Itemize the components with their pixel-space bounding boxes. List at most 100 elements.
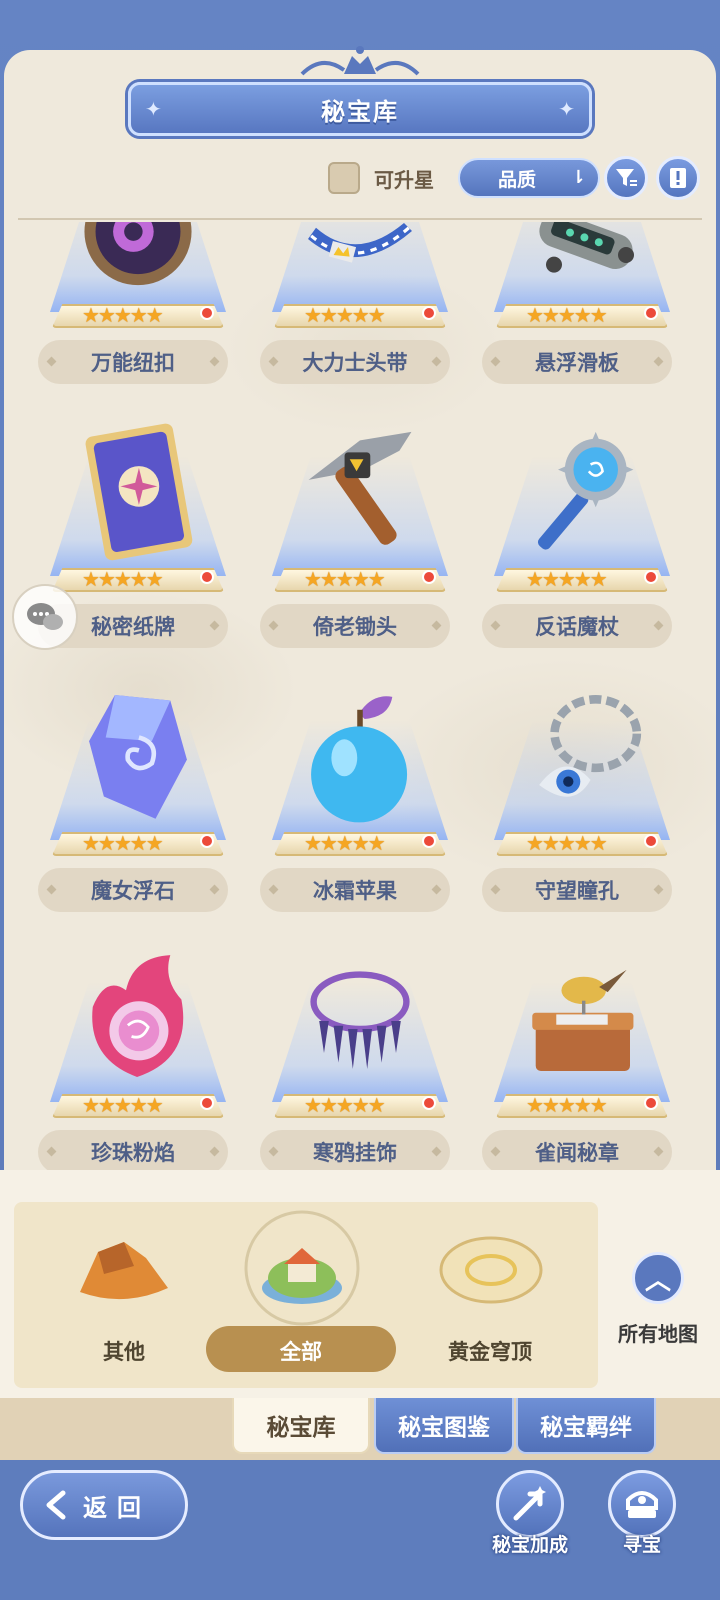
star-rating: ★★★★★ (304, 567, 386, 591)
region-other[interactable]: 其他 (34, 1202, 214, 1388)
star-rating: ★★★★★ (304, 831, 386, 855)
treasure-card[interactable]: ★★★★★ 寒鸦挂饰 (260, 942, 460, 1170)
star-rating: ★★★★★ (526, 567, 608, 591)
tab-treasure-bonds[interactable]: 秘宝羁绊 (516, 1398, 656, 1454)
book-icon (670, 168, 686, 188)
island-house-icon (244, 1210, 360, 1326)
treasure-boost-button[interactable]: 秘宝加成 (484, 1470, 574, 1580)
filter-icon (616, 169, 637, 186)
treasure-card[interactable]: ★★★★★ 冰霜苹果 (260, 680, 460, 930)
red-dot-badge (422, 570, 436, 584)
treasure-card[interactable]: ★★★★★ 悬浮滑板 (482, 222, 682, 402)
red-dot-badge (644, 834, 658, 848)
divider (18, 218, 702, 220)
feather-necklace-icon (300, 942, 420, 1092)
treasure-name: 大力士头带 (260, 340, 450, 384)
quality-sort-button[interactable]: 品质 ⇂ (458, 158, 600, 198)
treasure-card[interactable]: ★★★★★ 倚老锄头 (260, 416, 460, 666)
treasure-name: 冰霜苹果 (260, 868, 450, 912)
all-maps-button[interactable]: ︿ 所有地图 (608, 1252, 708, 1352)
treasure-card[interactable]: ★★★★★ 反话魔杖 (482, 416, 682, 666)
treasure-hunt-label: 寻宝 (622, 1534, 661, 1556)
filter-button[interactable] (604, 156, 648, 200)
chat-button[interactable] (12, 584, 78, 650)
region-golden-dome[interactable]: 黄金穹顶 (400, 1202, 580, 1388)
apple-icon (300, 680, 420, 830)
treasure-name: 雀闻秘章 (482, 1130, 672, 1170)
treasure-name: 珍珠粉焰 (38, 1130, 228, 1170)
tab-treasure-codex[interactable]: 秘宝图鉴 (374, 1398, 514, 1454)
red-dot-badge (200, 1096, 214, 1110)
star-rating: ★★★★★ (304, 303, 386, 327)
star-rating: ★★★★★ (82, 1093, 164, 1117)
upgradable-checkbox[interactable] (328, 162, 360, 194)
bird-music-box-icon (522, 942, 642, 1092)
tab-label: 秘宝羁绊 (540, 1415, 632, 1441)
treasure-card[interactable]: ★★★★★ 大力士头带 (260, 222, 460, 402)
treasure-name: 倚老锄头 (260, 604, 450, 648)
star-rating: ★★★★★ (304, 1093, 386, 1117)
pink-flame-icon (78, 942, 198, 1092)
star-rating: ★★★★★ (82, 303, 164, 327)
crest-ornament-icon (300, 46, 420, 76)
chain-eye-icon (522, 680, 642, 830)
desert-mesa-icon (80, 1242, 168, 1300)
golden-dome-icon (439, 1236, 543, 1304)
treasure-card[interactable]: ★★★★★ 雀闻秘章 (482, 942, 682, 1170)
tab-label: 秘宝图鉴 (398, 1415, 490, 1441)
back-button[interactable]: 返回 (20, 1470, 188, 1540)
sort-arrow-icon: ⇂ (570, 167, 586, 188)
region-label: 全部 (280, 1340, 322, 1364)
quality-label: 品质 (498, 168, 537, 191)
pickaxe-icon (300, 416, 420, 566)
page-title: 秘宝库 (321, 97, 399, 126)
treasure-hunt-button[interactable]: 寻宝 (596, 1470, 686, 1580)
star-rating: ★★★★★ (82, 567, 164, 591)
card-icon (78, 416, 198, 566)
red-dot-badge (200, 834, 214, 848)
treasure-card[interactable]: ★★★★★ 万能纽扣 (38, 222, 238, 402)
back-arrow-icon (46, 1490, 66, 1520)
mace-wand-icon (522, 416, 642, 566)
treasure-name: 悬浮滑板 (482, 340, 672, 384)
red-dot-badge (644, 570, 658, 584)
tab-treasure-vault[interactable]: 秘宝库 (232, 1398, 370, 1454)
back-label: 返回 (83, 1493, 151, 1522)
star-rating: ★★★★★ (526, 1093, 608, 1117)
sparkle-icon: ✦ (145, 97, 162, 121)
treasure-card[interactable]: ★★★★★ 守望瞳孔 (482, 680, 682, 930)
region-label: 其他 (103, 1340, 145, 1364)
treasure-name: 万能纽扣 (38, 340, 228, 384)
region-all[interactable]: 全部 (206, 1202, 396, 1388)
treasure-name: 寒鸦挂饰 (260, 1130, 450, 1170)
treasure-grid: ★★★★★ 万能纽扣 ★★★★★ 大力士头带 ★★★★★ 悬浮滑板 ★★★★★ … (0, 222, 720, 1170)
chat-bubble-icon (27, 603, 63, 630)
treasure-name: 魔女浮石 (38, 868, 228, 912)
boost-label: 秘宝加成 (491, 1534, 568, 1556)
button-artifact-icon (78, 222, 198, 302)
red-dot-badge (200, 306, 214, 320)
star-rating: ★★★★★ (82, 831, 164, 855)
region-selector: 其他 全部 黄金穹顶 (14, 1202, 598, 1388)
red-dot-badge (644, 306, 658, 320)
treasure-hunt-icon (608, 1470, 676, 1538)
boost-icon (496, 1470, 564, 1538)
info-book-button[interactable] (656, 156, 700, 200)
red-dot-badge (422, 1096, 436, 1110)
upgradable-label: 可升星 (374, 168, 434, 192)
red-dot-badge (644, 1096, 658, 1110)
star-rating: ★★★★★ (526, 303, 608, 327)
red-dot-badge (422, 306, 436, 320)
treasure-name: 守望瞳孔 (482, 868, 672, 912)
red-dot-badge (422, 834, 436, 848)
all-maps-label: 所有地图 (618, 1322, 698, 1346)
star-rating: ★★★★★ (526, 831, 608, 855)
sparkle-icon: ✦ (558, 97, 575, 121)
chevron-up-icon: ︿ (632, 1252, 684, 1304)
region-label: 黄金穹顶 (448, 1340, 532, 1364)
treasure-card[interactable]: ★★★★★ 珍珠粉焰 (38, 942, 238, 1170)
hoverboard-icon (522, 222, 642, 302)
tab-label: 秘宝库 (266, 1415, 336, 1441)
crystal-stone-icon (78, 680, 198, 830)
treasure-card[interactable]: ★★★★★ 魔女浮石 (38, 680, 238, 930)
